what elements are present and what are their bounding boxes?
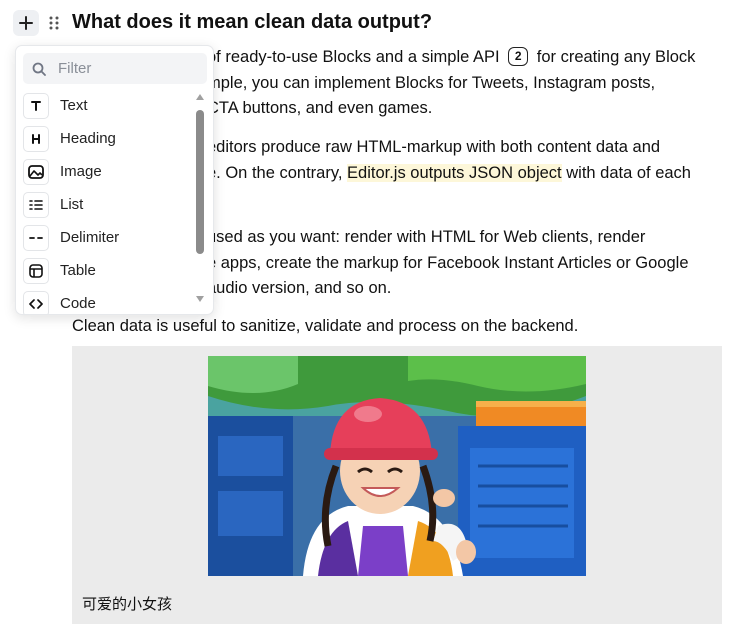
image-caption[interactable]: 可爱的小女孩 xyxy=(82,594,172,614)
scroll-down-icon[interactable] xyxy=(196,296,204,302)
toolbox-item-table[interactable]: Table xyxy=(23,254,197,287)
toolbox-item-image[interactable]: Image xyxy=(23,155,197,188)
toolbox-item-label: Text xyxy=(60,97,88,114)
table-icon xyxy=(23,257,49,284)
plus-icon xyxy=(19,16,33,30)
toolbox-popover: Text Heading Image List Delimiter xyxy=(15,45,214,315)
paragraph-text: e. On the contrary, xyxy=(207,163,343,182)
toolbox-item-label: Code xyxy=(60,295,96,312)
section-heading: What does it mean clean data output? xyxy=(72,11,433,33)
text-icon xyxy=(23,92,49,119)
scrollbar-thumb[interactable] xyxy=(196,110,204,254)
toolbox-item-delimiter[interactable]: Delimiter xyxy=(23,221,197,254)
paragraph-text: of ready-to-use Blocks and a simple API xyxy=(207,48,500,66)
photo xyxy=(208,356,586,576)
toolbox-item-code[interactable]: Code xyxy=(23,287,197,314)
toolbox-item-text[interactable]: Text xyxy=(23,89,197,122)
search-icon xyxy=(32,62,46,76)
code-icon xyxy=(23,290,49,314)
toolbox-item-label: Heading xyxy=(60,130,116,147)
highlighted-text: Editor.js outputs JSON object xyxy=(347,163,562,182)
image-block[interactable]: 可爱的小女孩 xyxy=(72,346,722,624)
image-icon xyxy=(23,158,49,185)
toolbox-item-label: Table xyxy=(60,262,96,279)
heading-icon xyxy=(23,125,49,152)
paragraph-text: with data of each xyxy=(566,163,691,182)
toolbox-item-label: Image xyxy=(60,163,102,180)
paragraph-text: for creating any Block xyxy=(536,48,696,66)
toolbox-scrollbar[interactable] xyxy=(196,94,204,302)
list-icon xyxy=(23,191,49,218)
toolbox-item-label: List xyxy=(60,196,84,213)
toolbox-menu: Text Heading Image List Delimiter Table … xyxy=(23,89,197,314)
scroll-up-icon[interactable] xyxy=(196,94,204,100)
drag-handle-icon[interactable] xyxy=(47,14,61,32)
delimiter-icon xyxy=(23,224,49,251)
paragraph-4: Clean data is useful to sanitize, valida… xyxy=(72,317,579,335)
toolbox-item-label: Delimiter xyxy=(60,229,120,246)
toolbox-item-heading[interactable]: Heading xyxy=(23,122,197,155)
toolbox-item-list[interactable]: List xyxy=(23,188,197,221)
filter-input[interactable] xyxy=(58,60,178,77)
footnote-badge[interactable]: 2 xyxy=(508,47,529,66)
filter-field[interactable] xyxy=(23,53,207,84)
add-block-button[interactable] xyxy=(13,10,39,36)
